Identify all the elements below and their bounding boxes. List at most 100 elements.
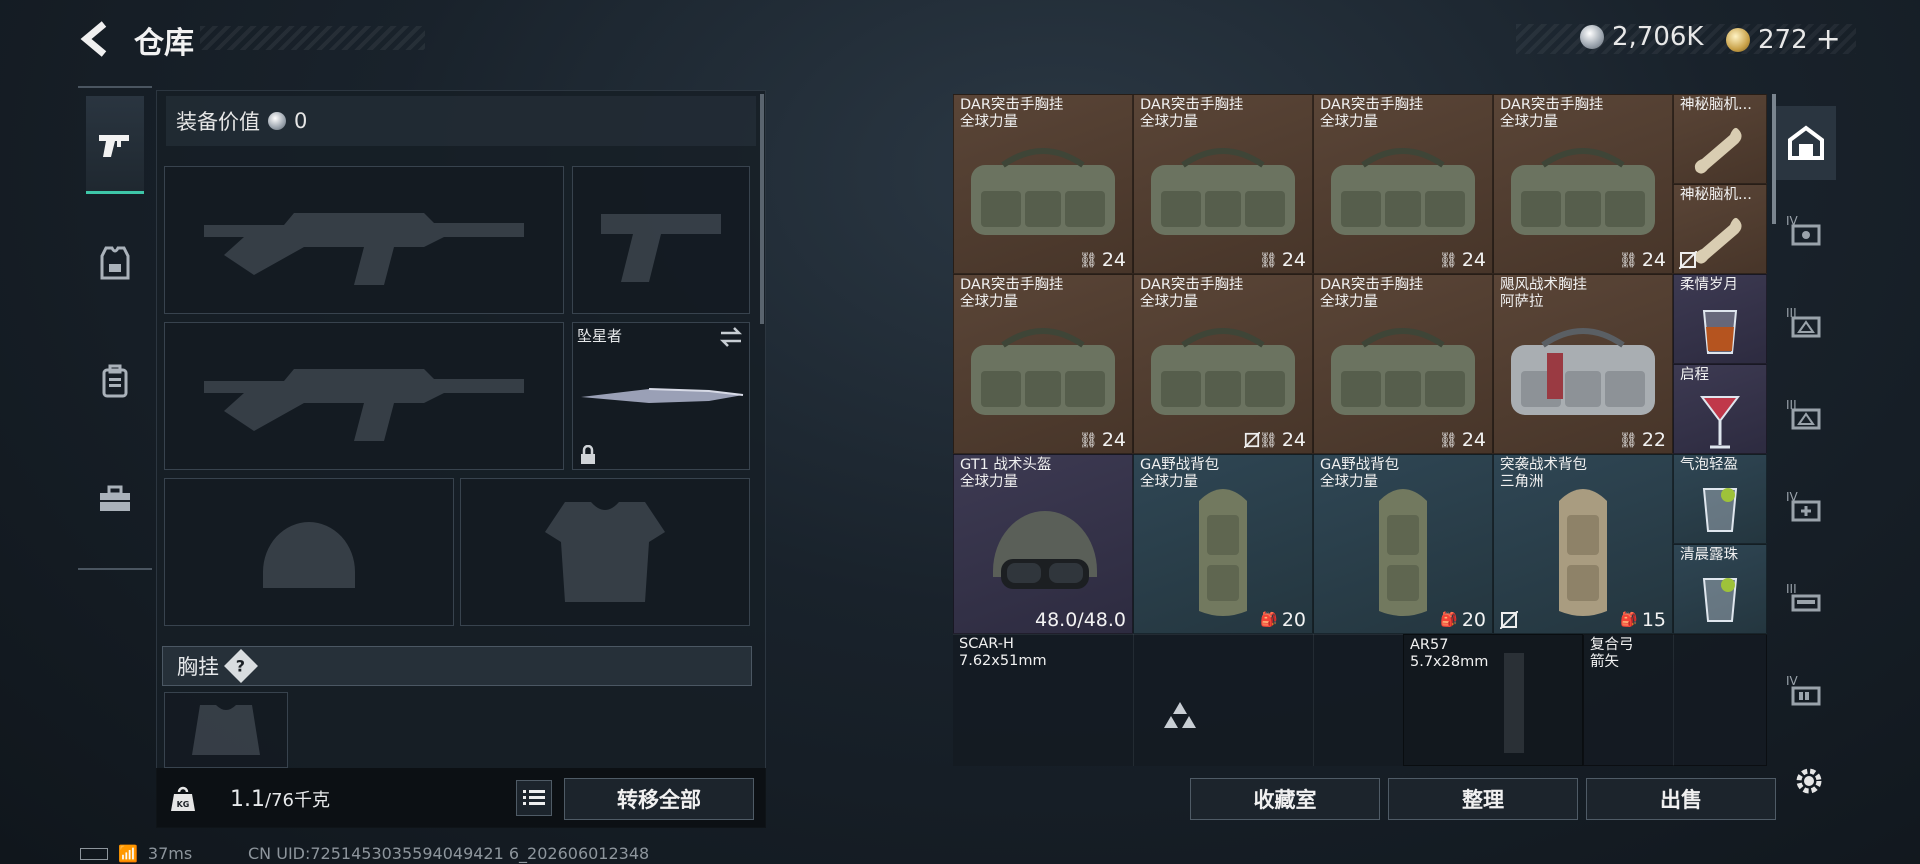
tier-label: IV <box>1786 490 1798 504</box>
inventory-item-rig[interactable]: DAR突击手胸挂 全球力量 ⛓ 24 <box>953 94 1133 274</box>
inventory-item-backpack[interactable]: GA野战背包 全球力量 🎒 20 <box>1313 454 1493 634</box>
tab-weapons[interactable] <box>86 96 144 194</box>
armor-silhouette-icon <box>461 479 749 625</box>
secondary-weapon-slot[interactable] <box>164 322 564 470</box>
inventory-item-rig[interactable]: DAR突击手胸挂 全球力量 ⛓ 24 <box>1133 274 1313 454</box>
silver-amount: 2,706K <box>1612 22 1704 52</box>
no-insure-icon <box>1244 432 1260 448</box>
tab-storage-extension[interactable]: IV <box>1776 474 1836 548</box>
tab-storage-extension[interactable]: III <box>1776 566 1836 640</box>
tab-storage-extension[interactable]: III <box>1776 290 1836 364</box>
settings-button[interactable] <box>1792 764 1826 802</box>
inventory-item-gun[interactable]: SCAR-H 7.62x51mm <box>953 634 1403 766</box>
duffel-bag-icon <box>1494 315 1672 425</box>
inventory-grid: DAR突击手胸挂 全球力量 ⛓ 24 DAR突击手胸挂 全球力量 ⛓ 24 DAR突击手… <box>953 94 1767 766</box>
svg-text:KG: KG <box>177 800 190 809</box>
collection-room-button[interactable]: 收藏室 <box>1190 778 1380 820</box>
inventory-item-helmet[interactable]: GT1 战术头盔 全球力量 48.0/48.0 <box>953 454 1133 634</box>
inventory-item-bow[interactable]: 复合弓 箭矢 <box>1583 634 1767 766</box>
transfer-all-button[interactable]: 转移全部 <box>564 778 754 820</box>
inventory-item-backpack[interactable]: GA野战背包 全球力量 🎒 20 <box>1133 454 1313 634</box>
no-insure-icon <box>1500 611 1518 629</box>
melee-slot[interactable]: 坠星者 <box>572 322 750 470</box>
silver-currency: 2,706K <box>1580 22 1703 52</box>
inventory-item-small[interactable]: 气泡轻盈 <box>1673 454 1767 544</box>
inventory-item-rig[interactable]: DAR突击手胸挂 全球力量 ⛓ 24 <box>1313 94 1493 274</box>
tab-toolbox[interactable] <box>86 450 144 548</box>
weight-icon: KG <box>170 784 196 816</box>
tab-storage-extension[interactable]: IV <box>1776 658 1836 732</box>
pistol-silhouette-icon <box>573 167 749 313</box>
section-title: 胸挂 <box>177 655 219 679</box>
tab-armor[interactable] <box>86 214 144 312</box>
silver-coin-icon <box>268 112 286 130</box>
inventory-item-rig[interactable]: 飓风战术胸挂 阿萨拉 ⛓ 22 <box>1493 274 1673 454</box>
rifle-silhouette-icon <box>165 167 563 313</box>
help-badge[interactable]: ? <box>224 649 258 683</box>
weight-readout: 1.1 /76千克 <box>230 786 330 812</box>
magazine-icon <box>1504 653 1524 753</box>
triangle-logo-icon <box>1164 702 1196 728</box>
primary-weapon-slot[interactable] <box>164 166 564 314</box>
inventory-item-gun[interactable]: AR57 5.7x28mm <box>1403 634 1583 766</box>
backpack-icon <box>1494 471 1672 621</box>
storage-tabs: IV III III IV III IV <box>1776 94 1836 744</box>
inventory-item-rig[interactable]: DAR突击手胸挂 全球力量 ⛓ 24 <box>1493 94 1673 274</box>
inventory-item-rig[interactable]: DAR突击手胸挂 全球力量 ⛓ 24 <box>1313 274 1493 454</box>
tab-storage-extension[interactable]: III <box>1776 382 1836 456</box>
armor-icon <box>100 246 130 280</box>
category-tabs <box>78 86 152 570</box>
loadout-scrollbar[interactable] <box>760 94 764 324</box>
inventory-item-small[interactable]: 神秘脑机... <box>1673 94 1767 184</box>
tier-label: III <box>1786 306 1797 320</box>
backpack-icon <box>102 364 128 398</box>
equip-value-label: 装备价值 <box>176 110 260 134</box>
sell-button[interactable]: 出售 <box>1586 778 1776 820</box>
gold-coin-icon <box>1726 27 1750 52</box>
gold-currency[interactable]: 272 + <box>1726 22 1841 57</box>
backpack-icon <box>1314 471 1492 621</box>
add-gold-button[interactable]: + <box>1816 22 1841 57</box>
wifi-icon: 📶 <box>118 844 138 863</box>
pistol-slot[interactable] <box>572 166 750 314</box>
inventory-item-small[interactable]: 柔情岁月 <box>1673 274 1767 364</box>
weight-current: 1.1 <box>230 787 265 812</box>
duffel-bag-icon <box>1494 135 1672 245</box>
equip-value-amount: 0 <box>294 109 308 133</box>
tier-label: III <box>1786 398 1797 412</box>
inventory-item-rig[interactable]: DAR突击手胸挂 全球力量 ⛓ 24 <box>1133 94 1313 274</box>
melee-name: 坠星者 <box>577 327 623 345</box>
whiskey-glass-icon <box>1674 305 1766 357</box>
no-insure-icon <box>1679 251 1697 269</box>
tier-label: III <box>1786 582 1797 596</box>
title-decoration <box>200 26 425 50</box>
chest-rig-silhouette-icon <box>165 693 287 767</box>
body-armor-slot[interactable] <box>460 478 750 626</box>
gold-amount: 272 <box>1758 24 1808 55</box>
chest-rig-section-header: 胸挂 ? <box>162 646 752 686</box>
sort-button[interactable]: 整理 <box>1388 778 1578 820</box>
inventory-item-rig[interactable]: DAR突击手胸挂 全球力量 ⛓ 24 <box>953 274 1133 454</box>
silver-coin-icon <box>1580 25 1604 49</box>
toolbox-icon <box>100 485 130 511</box>
swap-icon[interactable] <box>719 327 743 347</box>
tier-label: IV <box>1786 214 1798 228</box>
inventory-item-small[interactable]: 神秘脑机... <box>1673 184 1767 274</box>
duffel-bag-icon <box>954 315 1132 425</box>
back-button[interactable] <box>78 20 112 58</box>
warehouse-icon <box>1788 125 1824 160</box>
inventory-item-small[interactable]: 清晨露珠 <box>1673 544 1767 634</box>
gear-icon <box>1796 768 1822 794</box>
tab-storage-extension[interactable]: IV <box>1776 198 1836 272</box>
tab-main-storage[interactable] <box>1776 106 1836 180</box>
inventory-item-small[interactable]: 启程 <box>1673 364 1767 454</box>
weight-max: /76千克 <box>265 790 330 811</box>
inventory-item-backpack[interactable]: 突袭战术背包 三角洲 🎒 15 <box>1493 454 1673 634</box>
tab-backpack[interactable] <box>86 332 144 430</box>
pistol-icon <box>99 134 129 157</box>
helmet-slot[interactable] <box>164 478 454 626</box>
knife-icon <box>581 388 744 403</box>
chest-rig-slot[interactable] <box>164 692 288 768</box>
tier-label: IV <box>1786 674 1798 688</box>
list-view-button[interactable] <box>516 780 552 816</box>
